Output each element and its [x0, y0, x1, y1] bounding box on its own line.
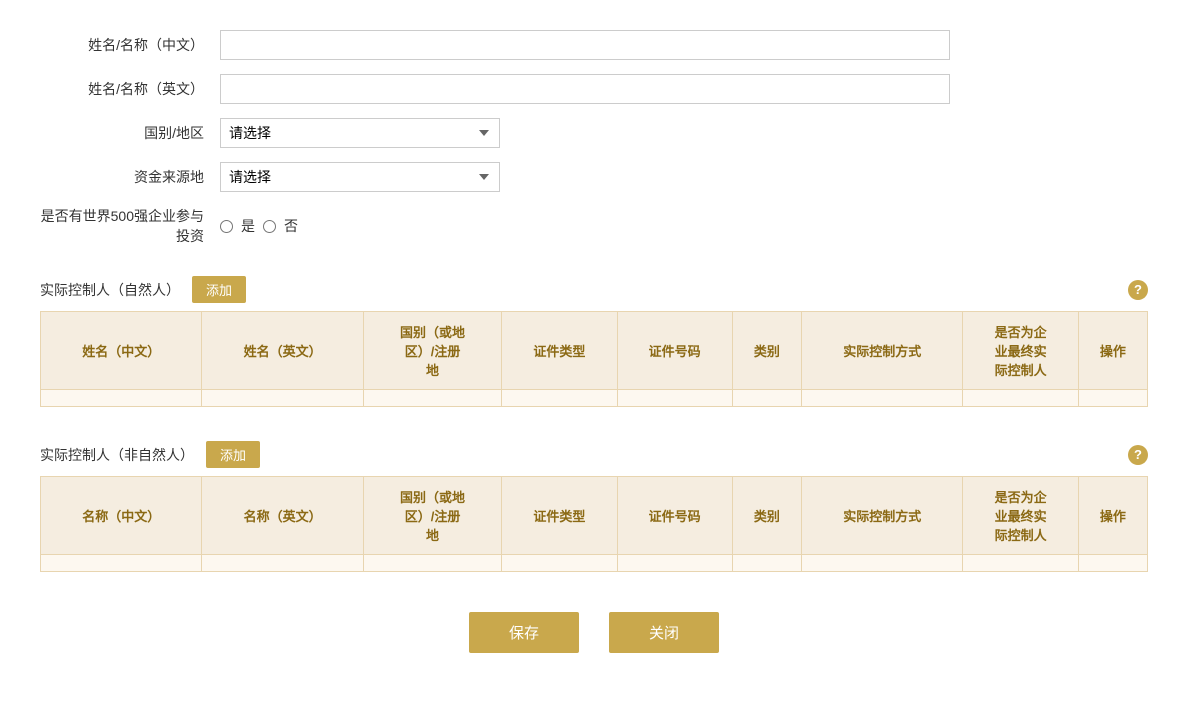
bottom-buttons: 保存 关闭 [40, 612, 1148, 683]
col-operation: 操作 [1078, 312, 1147, 390]
col-name-en-2: 名称（英文） [202, 477, 363, 555]
col-control-method: 实际控制方式 [802, 312, 963, 390]
fortune500-yes-label[interactable]: 是 [241, 216, 255, 236]
fortune500-no-radio[interactable] [263, 220, 276, 233]
name-cn-input[interactable] [220, 30, 950, 60]
non-natural-person-section-header: 实际控制人（非自然人） 添加 ? [40, 431, 1148, 476]
non-natural-person-add-button[interactable]: 添加 [206, 441, 260, 468]
col-name-cn: 姓名（中文） [41, 312, 202, 390]
col-cert-type: 证件类型 [502, 312, 617, 390]
col-name-en: 姓名（英文） [202, 312, 363, 390]
save-button[interactable]: 保存 [469, 612, 579, 653]
table-row [41, 555, 1148, 572]
fortune500-no-label[interactable]: 否 [284, 216, 298, 236]
fortune500-radio-group: 是 否 [220, 216, 298, 236]
col-country-2: 国别（或地区）/注册地 [363, 477, 501, 555]
col-operation-2: 操作 [1078, 477, 1147, 555]
name-en-label: 姓名/名称（英文） [40, 79, 220, 99]
name-cn-label: 姓名/名称（中文） [40, 35, 220, 55]
name-en-input[interactable] [220, 74, 950, 104]
non-natural-person-table: 名称（中文） 名称（英文） 国别（或地区）/注册地 证件类型 证件号码 类别 实… [40, 476, 1148, 572]
fortune500-yes-radio[interactable] [220, 220, 233, 233]
col-cert-no: 证件号码 [617, 312, 732, 390]
natural-person-help-icon[interactable]: ? [1128, 280, 1148, 300]
col-cert-type-2: 证件类型 [502, 477, 617, 555]
table-row [41, 390, 1148, 407]
fund-source-label: 资金来源地 [40, 167, 220, 187]
natural-person-section-header: 实际控制人（自然人） 添加 ? [40, 266, 1148, 311]
col-is-ultimate-2: 是否为企业最终实际控制人 [963, 477, 1078, 555]
col-category-2: 类别 [732, 477, 801, 555]
country-label: 国别/地区 [40, 123, 220, 143]
col-name-cn-2: 名称（中文） [41, 477, 202, 555]
natural-person-title: 实际控制人（自然人） [40, 280, 180, 300]
col-is-ultimate: 是否为企业最终实际控制人 [963, 312, 1078, 390]
non-natural-person-title: 实际控制人（非自然人） [40, 445, 194, 465]
country-select[interactable]: 请选择 [220, 118, 500, 148]
fortune500-label: 是否有世界500强企业参与投资 [40, 206, 220, 246]
natural-person-table: 姓名（中文） 姓名（英文） 国别（或地区）/注册地 证件类型 证件号码 类别 实… [40, 311, 1148, 407]
col-country: 国别（或地区）/注册地 [363, 312, 501, 390]
natural-person-add-button[interactable]: 添加 [192, 276, 246, 303]
col-control-method-2: 实际控制方式 [802, 477, 963, 555]
fund-source-select[interactable]: 请选择 [220, 162, 500, 192]
close-button[interactable]: 关闭 [609, 612, 719, 653]
col-cert-no-2: 证件号码 [617, 477, 732, 555]
non-natural-person-help-icon[interactable]: ? [1128, 445, 1148, 465]
col-category: 类别 [732, 312, 801, 390]
